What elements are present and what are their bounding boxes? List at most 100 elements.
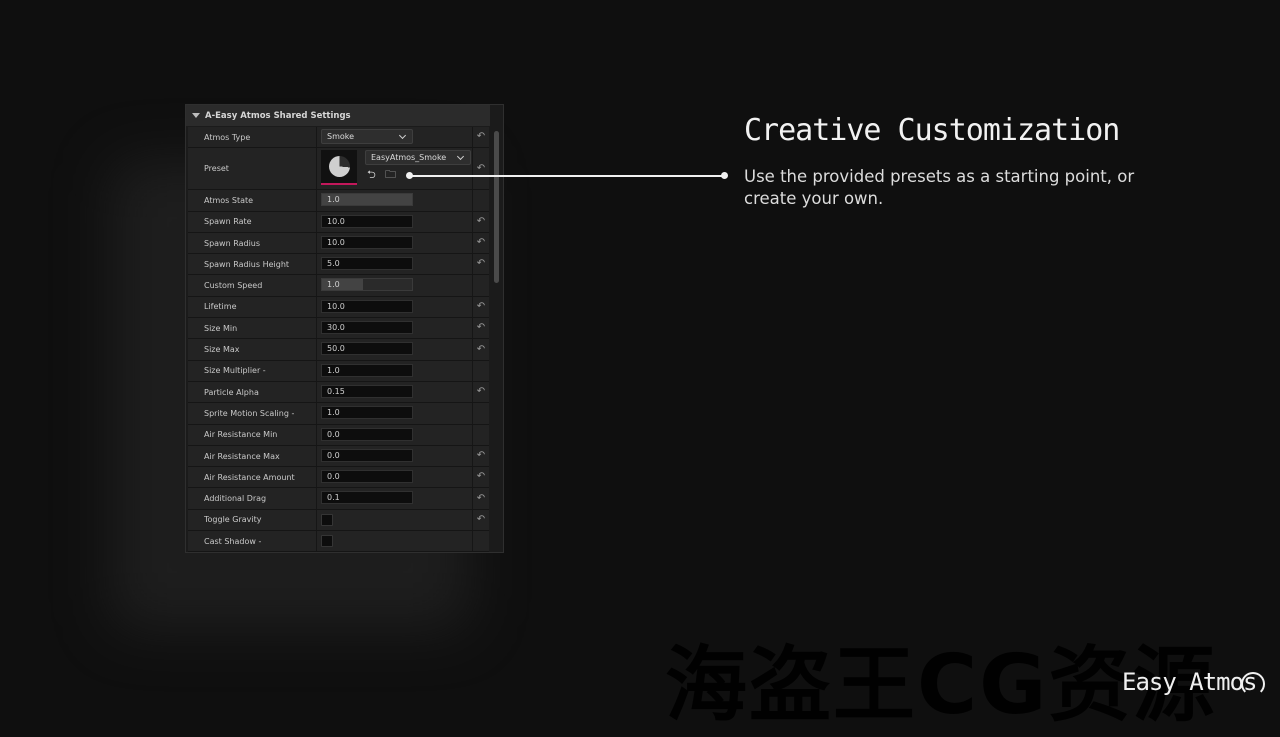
property-row: Custom Speed 1.0 bbox=[188, 275, 489, 297]
reset-arrow-icon[interactable]: ↶ bbox=[477, 163, 485, 174]
property-input[interactable]: 30.0 bbox=[321, 321, 413, 335]
property-slider[interactable]: 1.0 bbox=[321, 278, 413, 292]
property-label: Air Resistance Amount bbox=[188, 467, 317, 488]
reset-arrow-icon[interactable]: ↶ bbox=[477, 323, 485, 333]
property-row: Spawn Rate 10.0 ↶ bbox=[188, 211, 489, 233]
property-input[interactable]: 10.0 bbox=[321, 299, 413, 313]
property-row-preset: Preset EasyAtmos_Smoke ⮌ 🗀 ↶ bbox=[188, 148, 489, 191]
property-input[interactable]: 0.0 bbox=[321, 470, 413, 484]
property-label: Additional Drag bbox=[188, 488, 317, 509]
property-label: Random Direction bbox=[188, 552, 317, 553]
property-label: Air Resistance Max bbox=[188, 445, 317, 467]
preset-dropdown[interactable]: EasyAtmos_Smoke bbox=[365, 150, 471, 166]
property-input[interactable]: 1.0 bbox=[321, 363, 413, 377]
property-label: Spawn Radius Height bbox=[188, 254, 317, 275]
category-header[interactable]: A-Easy Atmos Shared Settings bbox=[186, 105, 490, 126]
property-label: Atmos State bbox=[188, 190, 317, 211]
preset-thumbnail[interactable] bbox=[321, 150, 357, 186]
property-value: 0.15 bbox=[327, 386, 345, 396]
reset-arrow-icon[interactable]: ↶ bbox=[477, 493, 485, 504]
reset-arrow-icon[interactable]: ↶ bbox=[477, 301, 485, 312]
property-value: 0.0 bbox=[327, 472, 340, 482]
property-rows: Atmos Type Smoke ↶ Preset EasyAtmos_Smok… bbox=[188, 127, 489, 553]
callout-end-dot bbox=[721, 172, 728, 179]
property-row: Random Direction0.0 bbox=[188, 552, 489, 553]
property-label: Size Min bbox=[188, 318, 317, 339]
property-value: 1.0 bbox=[327, 280, 340, 290]
property-value: 1.0 bbox=[327, 195, 340, 205]
property-checkbox[interactable] bbox=[321, 513, 333, 526]
category-title: A-Easy Atmos Shared Settings bbox=[205, 110, 351, 121]
property-input[interactable]: 10.0 bbox=[321, 235, 413, 249]
property-value: 0.1 bbox=[327, 493, 340, 503]
property-row: Additional Drag 0.1 ↶ bbox=[188, 488, 489, 510]
brand-logo-text: Easy Atmos bbox=[1122, 668, 1257, 696]
reset-arrow-icon[interactable]: ↶ bbox=[477, 514, 485, 525]
property-value: 10.0 bbox=[327, 237, 345, 247]
use-selected-arrow-icon[interactable]: ⮌ bbox=[367, 169, 376, 180]
property-value: 50.0 bbox=[327, 344, 345, 354]
property-label: Custom Speed bbox=[188, 275, 317, 296]
property-row-atmos-type: Atmos Type Smoke ↶ bbox=[188, 127, 489, 149]
callout-description: Use the provided presets as a starting p… bbox=[744, 167, 1135, 208]
property-label: Sprite Motion Scaling - bbox=[188, 403, 317, 424]
property-input[interactable]: 1.0 bbox=[321, 406, 413, 420]
property-row: Spawn Radius 10.0 ↶ bbox=[188, 232, 489, 255]
chevron-down-icon bbox=[398, 131, 407, 140]
property-value: 10.0 bbox=[327, 216, 345, 226]
property-row: Size Max 50.0 ↶ bbox=[188, 339, 489, 361]
atmos-type-dropdown[interactable]: Smoke bbox=[321, 129, 413, 144]
collapse-caret-icon[interactable] bbox=[192, 113, 200, 118]
property-label: Particle Alpha bbox=[188, 381, 317, 403]
callout-line bbox=[410, 175, 724, 177]
reset-arrow-icon[interactable]: ↶ bbox=[477, 259, 485, 269]
details-panel: A-Easy Atmos Shared Settings Atmos Type … bbox=[185, 104, 504, 553]
property-row: Sprite Motion Scaling - 1.0 bbox=[188, 403, 489, 425]
browse-folder-icon[interactable]: 🗀 bbox=[385, 169, 396, 180]
property-row: Size Multiplier - 1.0 bbox=[188, 360, 489, 382]
property-input[interactable]: 5.0 bbox=[321, 257, 413, 271]
property-label: Atmos Type bbox=[188, 127, 317, 148]
property-checkbox[interactable] bbox=[321, 535, 333, 548]
property-input[interactable]: 50.0 bbox=[321, 342, 413, 356]
property-slider[interactable]: 1.0 bbox=[321, 193, 413, 207]
property-row: Size Min 30.0 ↶ bbox=[188, 318, 489, 340]
property-input[interactable]: 0.15 bbox=[321, 384, 413, 398]
property-value: 30.0 bbox=[327, 323, 345, 333]
property-input[interactable]: 10.0 bbox=[321, 214, 413, 228]
property-row: Particle Alpha 0.15 ↶ bbox=[188, 381, 489, 404]
property-label: Preset bbox=[188, 148, 317, 190]
reset-arrow-icon[interactable]: ↶ bbox=[477, 238, 485, 248]
property-row: Lifetime 10.0 ↶ bbox=[188, 296, 489, 319]
brand-logo-icon bbox=[1241, 672, 1265, 696]
property-value: 1.0 bbox=[327, 408, 340, 418]
reset-arrow-icon[interactable]: ↶ bbox=[477, 132, 485, 142]
property-label: Toggle Gravity bbox=[188, 509, 317, 531]
reset-arrow-icon[interactable]: ↶ bbox=[477, 216, 485, 227]
chevron-down-icon bbox=[456, 153, 465, 161]
callout-title: Creative Customization bbox=[744, 113, 1120, 148]
property-row: Air Resistance Amount 0.0 ↶ bbox=[188, 467, 489, 489]
property-value: 0.0 bbox=[327, 450, 340, 460]
property-label: Spawn Rate bbox=[188, 211, 317, 232]
property-row: Air Resistance Min 0.0 bbox=[188, 424, 489, 446]
property-row: Air Resistance Max 0.0 ↶ bbox=[188, 445, 489, 468]
property-label: Lifetime bbox=[188, 296, 317, 318]
property-row: Toggle Gravity ↶ bbox=[188, 509, 489, 532]
callout-start-dot bbox=[406, 172, 413, 179]
reset-arrow-icon[interactable]: ↶ bbox=[477, 387, 485, 397]
property-label: Size Max bbox=[188, 339, 317, 360]
scrollbar-thumb[interactable] bbox=[494, 131, 499, 283]
reset-arrow-icon[interactable]: ↶ bbox=[477, 344, 485, 355]
property-input[interactable]: 0.0 bbox=[321, 427, 413, 441]
property-input[interactable]: 0.0 bbox=[321, 448, 413, 462]
property-label: Cast Shadow - bbox=[188, 531, 317, 552]
reset-arrow-icon[interactable]: ↶ bbox=[477, 472, 485, 482]
property-value: 5.0 bbox=[327, 259, 340, 269]
property-row: Spawn Radius Height 5.0 ↶ bbox=[188, 254, 489, 276]
property-label: Size Multiplier - bbox=[188, 360, 317, 381]
property-value: 10.0 bbox=[327, 301, 345, 311]
pie-chart-icon bbox=[328, 156, 350, 178]
reset-arrow-icon[interactable]: ↶ bbox=[477, 451, 485, 461]
property-input[interactable]: 0.1 bbox=[321, 491, 413, 505]
